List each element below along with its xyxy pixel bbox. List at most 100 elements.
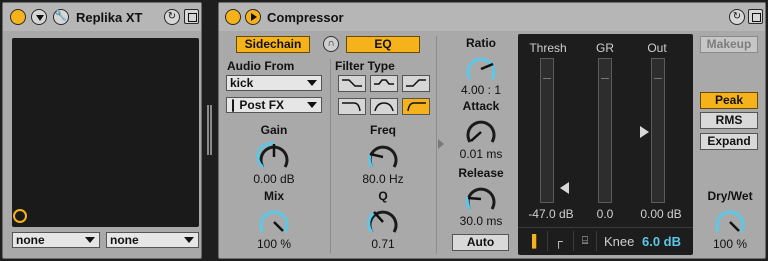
filter-bandpass-button[interactable] bbox=[370, 98, 398, 115]
gr-tick bbox=[601, 78, 609, 79]
collapsed-view-button[interactable]: ▐ bbox=[521, 231, 543, 251]
gain-knob[interactable] bbox=[256, 139, 292, 173]
out-slider-handle[interactable] bbox=[640, 126, 649, 138]
dry-wet-value: 100 % bbox=[712, 237, 748, 251]
hot-swap-icon[interactable]: ↻ bbox=[164, 9, 180, 25]
audio-from-label: Audio From bbox=[227, 59, 295, 73]
transfer-curve-button[interactable]: ┌ bbox=[547, 231, 569, 251]
filter-lowpass-button[interactable] bbox=[338, 98, 366, 115]
mix-knob[interactable] bbox=[256, 204, 292, 238]
bell-icon bbox=[374, 79, 394, 85]
thresh-meter[interactable] bbox=[540, 58, 554, 203]
ratio-label: Ratio bbox=[466, 36, 496, 50]
mix-value: 100 % bbox=[256, 237, 292, 251]
out-label: Out bbox=[647, 41, 667, 55]
device-activator-toggle[interactable] bbox=[225, 9, 241, 25]
gr-meter bbox=[598, 58, 612, 203]
highpass-icon bbox=[407, 102, 426, 112]
highshelf-icon bbox=[406, 79, 426, 87]
compressor-device: Compressor ↻ Sidechain ∩ EQ Audio From k… bbox=[218, 2, 766, 259]
freq-value: 80.0 Hz bbox=[362, 172, 404, 186]
io-icon: ┃ bbox=[230, 101, 237, 112]
device-title: Compressor bbox=[267, 10, 344, 25]
rms-button[interactable]: RMS bbox=[700, 112, 758, 129]
post-fx-select[interactable]: ┃ Post FX bbox=[226, 97, 322, 113]
gain-value: 0.00 dB bbox=[253, 172, 295, 186]
out-value: 0.00 dB bbox=[640, 207, 682, 221]
q-knob[interactable] bbox=[365, 204, 401, 238]
device-activator-toggle[interactable] bbox=[10, 9, 26, 25]
save-preset-icon[interactable] bbox=[748, 9, 763, 24]
thresh-label: Thresh bbox=[529, 41, 567, 55]
attack-knob[interactable] bbox=[463, 114, 499, 148]
hot-swap-icon[interactable]: ↻ bbox=[729, 9, 745, 25]
out-tick bbox=[654, 78, 662, 79]
thresh-value: -47.0 dB bbox=[528, 207, 574, 221]
freq-label: Freq bbox=[369, 123, 396, 137]
dropdown-arrow-icon bbox=[85, 237, 95, 243]
replika-select-1[interactable]: none bbox=[12, 232, 100, 248]
select-value: none bbox=[110, 233, 139, 247]
divider bbox=[436, 36, 437, 254]
makeup-button[interactable]: Makeup bbox=[700, 36, 758, 53]
thresh-slider-handle[interactable] bbox=[560, 182, 569, 194]
auto-release-button[interactable]: Auto bbox=[452, 234, 509, 251]
play-icon bbox=[251, 13, 257, 21]
filter-type-label: Filter Type bbox=[335, 59, 395, 73]
lowshelf-icon bbox=[342, 79, 362, 87]
thresh-tick bbox=[543, 78, 551, 79]
gr-value: 0.0 bbox=[596, 207, 614, 221]
release-label: Release bbox=[458, 166, 504, 180]
dropdown-arrow-icon bbox=[307, 102, 317, 108]
select-value: Post FX bbox=[239, 98, 285, 112]
release-knob[interactable] bbox=[463, 181, 499, 215]
collapse-button[interactable] bbox=[31, 9, 47, 25]
attack-value: 0.01 ms bbox=[459, 147, 503, 161]
release-value: 30.0 ms bbox=[459, 214, 503, 228]
meter-panel: Thresh GR Out -47.0 dB 0.0 0.00 dB ▐ ┌ ⌸… bbox=[518, 34, 693, 255]
freq-knob[interactable] bbox=[365, 139, 401, 173]
meter-footer-divider bbox=[518, 227, 693, 228]
dry-wet-label: Dry/Wet bbox=[707, 189, 753, 203]
ratio-value: 4.00 : 1 bbox=[460, 83, 502, 97]
filter-lowshelf-button[interactable] bbox=[338, 75, 366, 92]
select-value: kick bbox=[230, 76, 254, 90]
out-meter[interactable] bbox=[651, 58, 665, 203]
expand-arrow-icon[interactable] bbox=[438, 139, 444, 149]
activity-view-button[interactable]: ⌸ bbox=[573, 231, 597, 251]
chevron-down-icon bbox=[36, 15, 44, 21]
peak-button[interactable]: Peak bbox=[700, 92, 758, 109]
filter-highshelf-button[interactable] bbox=[402, 75, 430, 92]
audio-from-select[interactable]: kick bbox=[226, 75, 322, 91]
select-value: none bbox=[16, 233, 45, 247]
gain-label: Gain bbox=[260, 123, 288, 137]
lowpass-icon bbox=[342, 102, 361, 112]
device-splitter[interactable] bbox=[207, 105, 212, 155]
mix-label: Mix bbox=[263, 189, 284, 203]
sidechain-expand-button[interactable] bbox=[245, 9, 261, 25]
divider bbox=[330, 59, 331, 253]
replika-select-2[interactable]: none bbox=[106, 232, 199, 248]
dropdown-arrow-icon bbox=[184, 237, 194, 243]
knee-value[interactable]: 6.0 dB bbox=[642, 234, 690, 249]
xy-handle[interactable] bbox=[13, 209, 27, 223]
replika-display bbox=[12, 38, 199, 227]
ratio-knob[interactable] bbox=[463, 51, 499, 85]
headphones-icon[interactable]: ∩ bbox=[323, 36, 339, 52]
knee-label: Knee bbox=[604, 234, 635, 249]
q-value: 0.71 bbox=[371, 237, 395, 251]
device-title: Replika XT bbox=[76, 10, 143, 25]
eq-toggle[interactable]: EQ bbox=[346, 36, 420, 53]
filter-bell-button[interactable] bbox=[370, 75, 398, 92]
attack-label: Attack bbox=[462, 99, 500, 113]
wrench-icon[interactable]: 🔧 bbox=[53, 9, 69, 25]
replika-xt-device: 🔧 Replika XT ↻ none none bbox=[2, 2, 202, 259]
save-preset-icon[interactable] bbox=[184, 9, 199, 24]
filter-highpass-button[interactable] bbox=[402, 98, 430, 115]
dropdown-arrow-icon bbox=[307, 80, 317, 86]
bandpass-icon bbox=[374, 102, 394, 112]
expand-button[interactable]: Expand bbox=[700, 133, 758, 150]
dry-wet-knob[interactable] bbox=[712, 204, 748, 238]
sidechain-toggle[interactable]: Sidechain bbox=[236, 36, 310, 53]
q-label: Q bbox=[378, 189, 388, 203]
